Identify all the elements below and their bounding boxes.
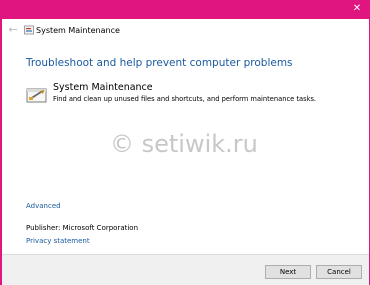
maintenance-tool-icon [26,88,47,103]
watermark-text: © setiwik.ru [110,130,258,158]
advanced-link[interactable]: Advanced [26,202,61,210]
system-maintenance-icon [24,25,34,35]
close-icon[interactable]: ✕ [349,1,365,17]
privacy-statement-link[interactable]: Privacy statement [26,237,90,245]
footer-bar: Next Cancel [2,254,369,285]
back-arrow-icon[interactable]: ← [6,23,20,37]
publisher-text: Publisher: Microsoft Corporation [26,224,139,232]
task-title[interactable]: System Maintenance [53,82,153,93]
cancel-button[interactable]: Cancel [316,265,362,279]
task-description: Find and clean up unused files and short… [53,95,317,103]
window-title: System Maintenance [36,26,120,35]
page-heading: Troubleshoot and help prevent computer p… [26,57,293,69]
next-button[interactable]: Next [265,265,311,279]
troubleshooter-window: ✕ ← System Maintenance Troubleshoot and … [2,0,369,285]
nav-header: ← System Maintenance [2,19,369,44]
title-bar[interactable]: ✕ [2,0,369,19]
